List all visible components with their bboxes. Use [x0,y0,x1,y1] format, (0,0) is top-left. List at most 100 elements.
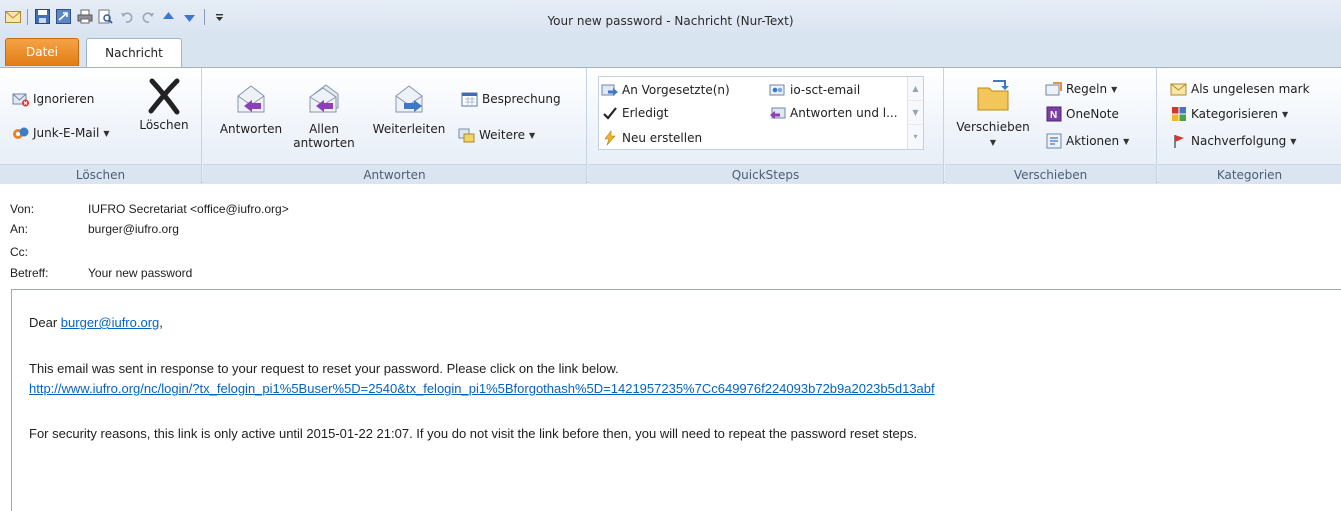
cc-label: Cc: [10,245,28,259]
title-bar: Your new password - Nachricht (Nur-Text) [0,0,1341,36]
tab-file[interactable]: Datei [5,38,79,66]
group-label-antworten: Antworten [203,164,586,184]
categorize-button[interactable]: Kategorisieren ▼ [1170,105,1288,123]
ignore-icon [12,90,30,108]
quicksteps-gallery: An Vorgesetzte(n) io-sct-email Erledigt … [598,76,924,150]
quickstep-label: Neu erstellen [622,131,703,145]
reply-delete-icon [769,104,787,122]
body-line-request: This email was sent in response to your … [29,361,619,376]
group-antworten: Antworten Allen antworten Weiterleiten B… [203,68,587,184]
chevron-down-icon: ▼ [103,128,110,138]
team-email-icon [769,81,787,99]
reply-all-icon [309,84,339,113]
folder-move-icon [977,80,1009,111]
meeting-button[interactable]: Besprechung [461,90,561,108]
quickstep-io-sct-email[interactable]: io-sct-email [769,81,860,99]
svg-text:N: N [1050,110,1057,121]
categorize-label: Kategorisieren [1191,107,1278,121]
group-label-kategorien: Kategorien [1158,164,1341,184]
gallery-expand-icon[interactable]: ▾ [908,125,923,149]
actions-button[interactable]: Aktionen ▼ [1045,132,1129,150]
greeting-line: Dear burger@iufro.org, [29,315,163,330]
body-line-security: For security reasons, this link is only … [29,426,918,441]
reset-password-link[interactable]: http://www.iufro.org/nc/login/?tx_felogi… [29,381,935,396]
greeting-email-link[interactable]: burger@iufro.org [61,315,159,330]
quickstep-label: Erledigt [622,106,669,120]
to-label: An: [10,222,29,236]
forward-button[interactable]: Weiterleiten [367,82,451,136]
quickstep-label: io-sct-email [790,83,861,97]
junk-email-button[interactable]: Junk-E-Mail ▼ [12,124,109,142]
unread-mail-icon [1170,80,1188,98]
reply-label: Antworten [219,122,283,136]
onenote-button[interactable]: N OneNote [1045,105,1119,123]
subject-value: Your new password [88,266,193,280]
reply-icon [237,85,265,113]
subject-label: Betreff: [10,266,49,280]
delete-x-icon [148,78,180,115]
actions-label: Aktionen [1066,134,1120,148]
more-label: Weitere [479,128,526,142]
message-header: Von: IUFRO Secretariat <office@iufro.org… [0,184,1341,288]
quickstep-erledigt[interactable]: Erledigt [601,104,669,122]
delete-label: Löschen [139,118,189,132]
group-loeschen: Ignorieren Junk-E-Mail ▼ Löschen Löschen [0,68,202,184]
junk-icon [12,124,30,142]
calendar-icon [461,90,479,108]
tab-message[interactable]: Nachricht [86,38,182,69]
checkmark-icon [601,104,619,122]
rules-icon [1045,80,1063,98]
quickstep-neu-erstellen[interactable]: Neu erstellen [601,129,702,147]
delete-button[interactable]: Löschen [134,76,194,132]
mark-unread-button[interactable]: Als ungelesen mark [1170,80,1310,98]
greeting-suffix: , [159,315,163,330]
group-verschieben: Verschieben ▼ Regeln ▼ N OneNote Aktione… [945,68,1157,184]
more-button[interactable]: Weitere ▼ [458,126,535,144]
scroll-up-icon[interactable]: ▲ [908,77,923,101]
forward-icon [395,85,423,113]
scroll-down-icon[interactable]: ▼ [908,101,923,125]
group-label-quicksteps: QuickSteps [588,164,943,184]
from-value[interactable]: IUFRO Secretariat <office@iufro.org> [88,202,289,216]
window-title: Your new password - Nachricht (Nur-Text) [547,14,794,28]
more-icon [458,126,476,144]
ribbon: Ignorieren Junk-E-Mail ▼ Löschen Löschen… [0,67,1341,184]
reply-all-label-line2: antworten [293,136,355,150]
reply-all-label-line1: Allen [309,122,339,136]
followup-label: Nachverfolgung [1191,134,1287,148]
body-line-link: http://www.iufro.org/nc/login/?tx_felogi… [29,381,935,396]
chevron-down-icon: ▼ [989,138,997,147]
chevron-down-icon: ▼ [1290,136,1297,146]
move-button[interactable]: Verschieben ▼ [951,78,1035,150]
forward-mail-icon [601,81,619,99]
meeting-label: Besprechung [482,92,561,106]
lightning-icon [601,129,619,147]
reply-button[interactable]: Antworten [211,82,291,136]
chevron-down-icon: ▼ [529,130,536,140]
junk-label: Junk-E-Mail [33,126,100,140]
move-label: Verschieben [956,120,1030,134]
rules-label: Regeln [1066,82,1108,96]
onenote-label: OneNote [1066,107,1119,121]
quickstep-an-vorgesetzte[interactable]: An Vorgesetzte(n) [601,81,730,99]
group-label-verschieben: Verschieben [945,164,1156,184]
quickstep-label: Antworten und l... [790,106,898,120]
from-label: Von: [10,202,35,216]
group-quicksteps: An Vorgesetzte(n) io-sct-email Erledigt … [588,68,944,184]
followup-button[interactable]: Nachverfolgung ▼ [1170,132,1296,150]
message-body[interactable]: Dear burger@iufro.org, This email was se… [11,289,1341,511]
ignore-button[interactable]: Ignorieren [12,90,94,108]
quicksteps-scrollbar[interactable]: ▲ ▼ ▾ [907,77,923,149]
chevron-down-icon: ▼ [1123,136,1130,146]
rules-button[interactable]: Regeln ▼ [1045,80,1117,98]
quickstep-antworten-und-loeschen[interactable]: Antworten und l... [769,104,898,122]
ignore-label: Ignorieren [33,92,95,106]
group-kategorien: Als ungelesen mark Kategorisieren ▼ Nach… [1158,68,1341,184]
chevron-down-icon: ▼ [1111,84,1118,94]
quickstep-label: An Vorgesetzte(n) [622,83,730,97]
group-label-loeschen: Löschen [0,164,201,184]
chevron-down-icon: ▼ [1281,109,1289,119]
onenote-icon: N [1045,105,1063,123]
reply-all-button[interactable]: Allen antworten [289,82,359,150]
to-value[interactable]: burger@iufro.org [88,222,179,236]
